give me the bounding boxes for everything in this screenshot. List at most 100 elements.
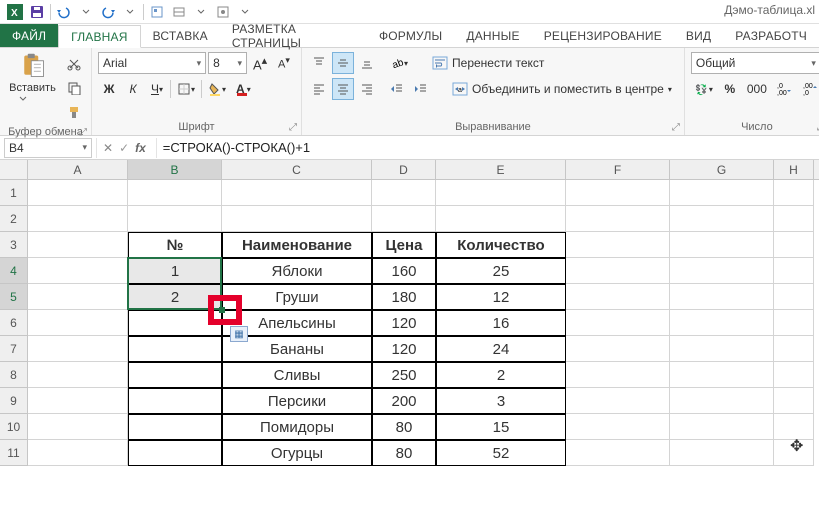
cell[interactable] — [128, 362, 222, 388]
cell[interactable] — [28, 388, 128, 414]
copy-icon[interactable] — [63, 77, 85, 99]
cell[interactable]: № — [128, 232, 222, 258]
cell[interactable]: 15 — [436, 414, 566, 440]
cell[interactable]: Персики — [222, 388, 372, 414]
orientation-icon[interactable]: ab▾ — [386, 52, 412, 74]
align-center-icon[interactable] — [332, 78, 354, 100]
tab-view[interactable]: ВИД — [674, 24, 723, 47]
cell[interactable]: Апельсины — [222, 310, 372, 336]
cell[interactable] — [670, 258, 774, 284]
cell[interactable]: 2 — [128, 284, 222, 310]
cell[interactable] — [670, 310, 774, 336]
fill-color-icon[interactable]: ▾ — [204, 78, 230, 100]
cell[interactable] — [774, 284, 814, 310]
cell[interactable]: Количество — [436, 232, 566, 258]
cell[interactable] — [774, 362, 814, 388]
cell[interactable] — [774, 258, 814, 284]
wrap-text-button[interactable]: Перенести текст — [426, 52, 550, 74]
font-family-combo[interactable]: Arial▾ — [98, 52, 206, 74]
save-icon[interactable] — [26, 2, 48, 22]
tab-home[interactable]: ГЛАВНАЯ — [58, 25, 140, 48]
col-header[interactable]: A — [28, 160, 128, 179]
cell[interactable] — [128, 180, 222, 206]
cell[interactable] — [128, 336, 222, 362]
borders-icon[interactable]: ▾ — [173, 78, 199, 100]
cell[interactable] — [28, 180, 128, 206]
expand-icon[interactable]: ⤢ — [79, 127, 87, 138]
cell[interactable] — [28, 414, 128, 440]
tab-review[interactable]: РЕЦЕНЗИРОВАНИЕ — [532, 24, 674, 47]
cell[interactable] — [670, 206, 774, 232]
paste-button[interactable]: Вставить — [6, 52, 59, 124]
qat-dropdown-icon[interactable] — [190, 2, 212, 22]
cell[interactable]: 250 — [372, 362, 436, 388]
row-header[interactable]: 2 — [0, 206, 28, 232]
col-header[interactable]: F — [566, 160, 670, 179]
merge-center-button[interactable]: a Объединить и поместить в центре ▾ — [446, 78, 678, 100]
row-header[interactable]: 1 — [0, 180, 28, 206]
cell[interactable] — [774, 440, 814, 466]
cell[interactable]: 25 — [436, 258, 566, 284]
cell[interactable] — [28, 336, 128, 362]
cell[interactable] — [28, 362, 128, 388]
cell[interactable]: 16 — [436, 310, 566, 336]
col-header[interactable]: B — [128, 160, 222, 179]
row-header[interactable]: 4 — [0, 258, 28, 284]
cell[interactable]: 24 — [436, 336, 566, 362]
formula-input[interactable]: =СТРОКА()-СТРОКА()+1 — [157, 140, 819, 155]
tab-insert[interactable]: ВСТАВКА — [141, 24, 220, 47]
increase-font-icon[interactable]: A▴ — [249, 52, 271, 74]
cell[interactable] — [670, 440, 774, 466]
row-header[interactable]: 10 — [0, 414, 28, 440]
align-top-icon[interactable] — [308, 52, 330, 74]
cell[interactable]: Груши — [222, 284, 372, 310]
cell[interactable] — [128, 310, 222, 336]
cell[interactable]: Бананы — [222, 336, 372, 362]
format-painter-icon[interactable] — [63, 101, 85, 123]
cell[interactable]: 80 — [372, 414, 436, 440]
cell[interactable] — [28, 258, 128, 284]
cell[interactable] — [28, 440, 128, 466]
increase-decimal-icon[interactable]: ,0,00 — [773, 78, 797, 100]
cell[interactable] — [128, 440, 222, 466]
cell[interactable] — [774, 414, 814, 440]
cell[interactable] — [128, 388, 222, 414]
cell[interactable] — [774, 310, 814, 336]
cancel-formula-icon[interactable]: ✕ — [103, 141, 113, 155]
cell[interactable]: 12 — [436, 284, 566, 310]
col-header[interactable]: H — [774, 160, 814, 179]
row-header[interactable]: 6 — [0, 310, 28, 336]
align-right-icon[interactable] — [356, 78, 378, 100]
cell[interactable] — [128, 206, 222, 232]
italic-button[interactable]: К — [122, 78, 144, 100]
cell[interactable] — [28, 232, 128, 258]
cell[interactable]: 52 — [436, 440, 566, 466]
decrease-indent-icon[interactable] — [386, 78, 408, 100]
number-format-combo[interactable]: Общий▾ — [691, 52, 819, 74]
qat-tool-2-icon[interactable] — [168, 2, 190, 22]
select-all-corner[interactable] — [0, 160, 28, 179]
cell[interactable] — [28, 284, 128, 310]
font-size-combo[interactable]: 8▾ — [208, 52, 247, 74]
undo-icon[interactable] — [53, 2, 75, 22]
font-color-icon[interactable]: A▾ — [232, 78, 255, 100]
row-header[interactable]: 9 — [0, 388, 28, 414]
spreadsheet-grid[interactable]: A B C D E F G H 123№НаименованиеЦенаКоли… — [0, 160, 819, 466]
cell[interactable] — [774, 232, 814, 258]
qat-tool-1-icon[interactable] — [146, 2, 168, 22]
cell[interactable]: 3 — [436, 388, 566, 414]
qat-customize-icon[interactable] — [234, 2, 256, 22]
cell[interactable]: Помидоры — [222, 414, 372, 440]
cell[interactable]: 2 — [436, 362, 566, 388]
row-header[interactable]: 8 — [0, 362, 28, 388]
percent-icon[interactable]: % — [719, 78, 741, 100]
underline-button[interactable]: Ч▾ — [146, 78, 168, 100]
expand-icon[interactable]: ⤢ — [672, 122, 680, 133]
cell[interactable] — [670, 414, 774, 440]
cell[interactable] — [436, 180, 566, 206]
row-header[interactable]: 5 — [0, 284, 28, 310]
cell[interactable]: 160 — [372, 258, 436, 284]
cell[interactable]: Сливы — [222, 362, 372, 388]
cell[interactable] — [670, 232, 774, 258]
cut-icon[interactable] — [63, 53, 85, 75]
